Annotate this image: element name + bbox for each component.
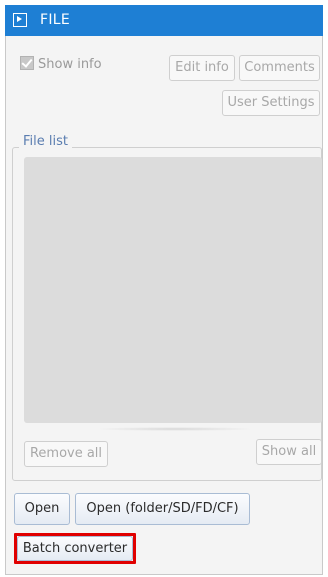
panel-header: FILE xyxy=(5,5,323,36)
list-divider xyxy=(95,427,255,431)
remove-all-button[interactable]: Remove all xyxy=(24,441,108,467)
show-info-label: Show info xyxy=(38,57,102,72)
user-settings-button[interactable]: User Settings xyxy=(222,90,320,116)
play-square-icon[interactable] xyxy=(13,13,27,27)
show-all-button[interactable]: Show all xyxy=(256,439,322,465)
open-folder-button[interactable]: Open (folder/SD/FD/CF) xyxy=(75,493,250,525)
show-info-checkbox[interactable]: Show info xyxy=(20,56,102,72)
file-list-box[interactable] xyxy=(24,157,322,423)
edit-info-button[interactable]: Edit info xyxy=(169,55,235,81)
panel-title: FILE xyxy=(40,12,71,28)
open-button[interactable]: Open xyxy=(14,493,70,525)
comments-button[interactable]: Comments xyxy=(239,55,320,81)
file-list-legend: File list xyxy=(19,134,72,149)
checkbox-check-icon[interactable] xyxy=(20,56,34,70)
batch-converter-button[interactable]: Batch converter xyxy=(17,536,133,561)
